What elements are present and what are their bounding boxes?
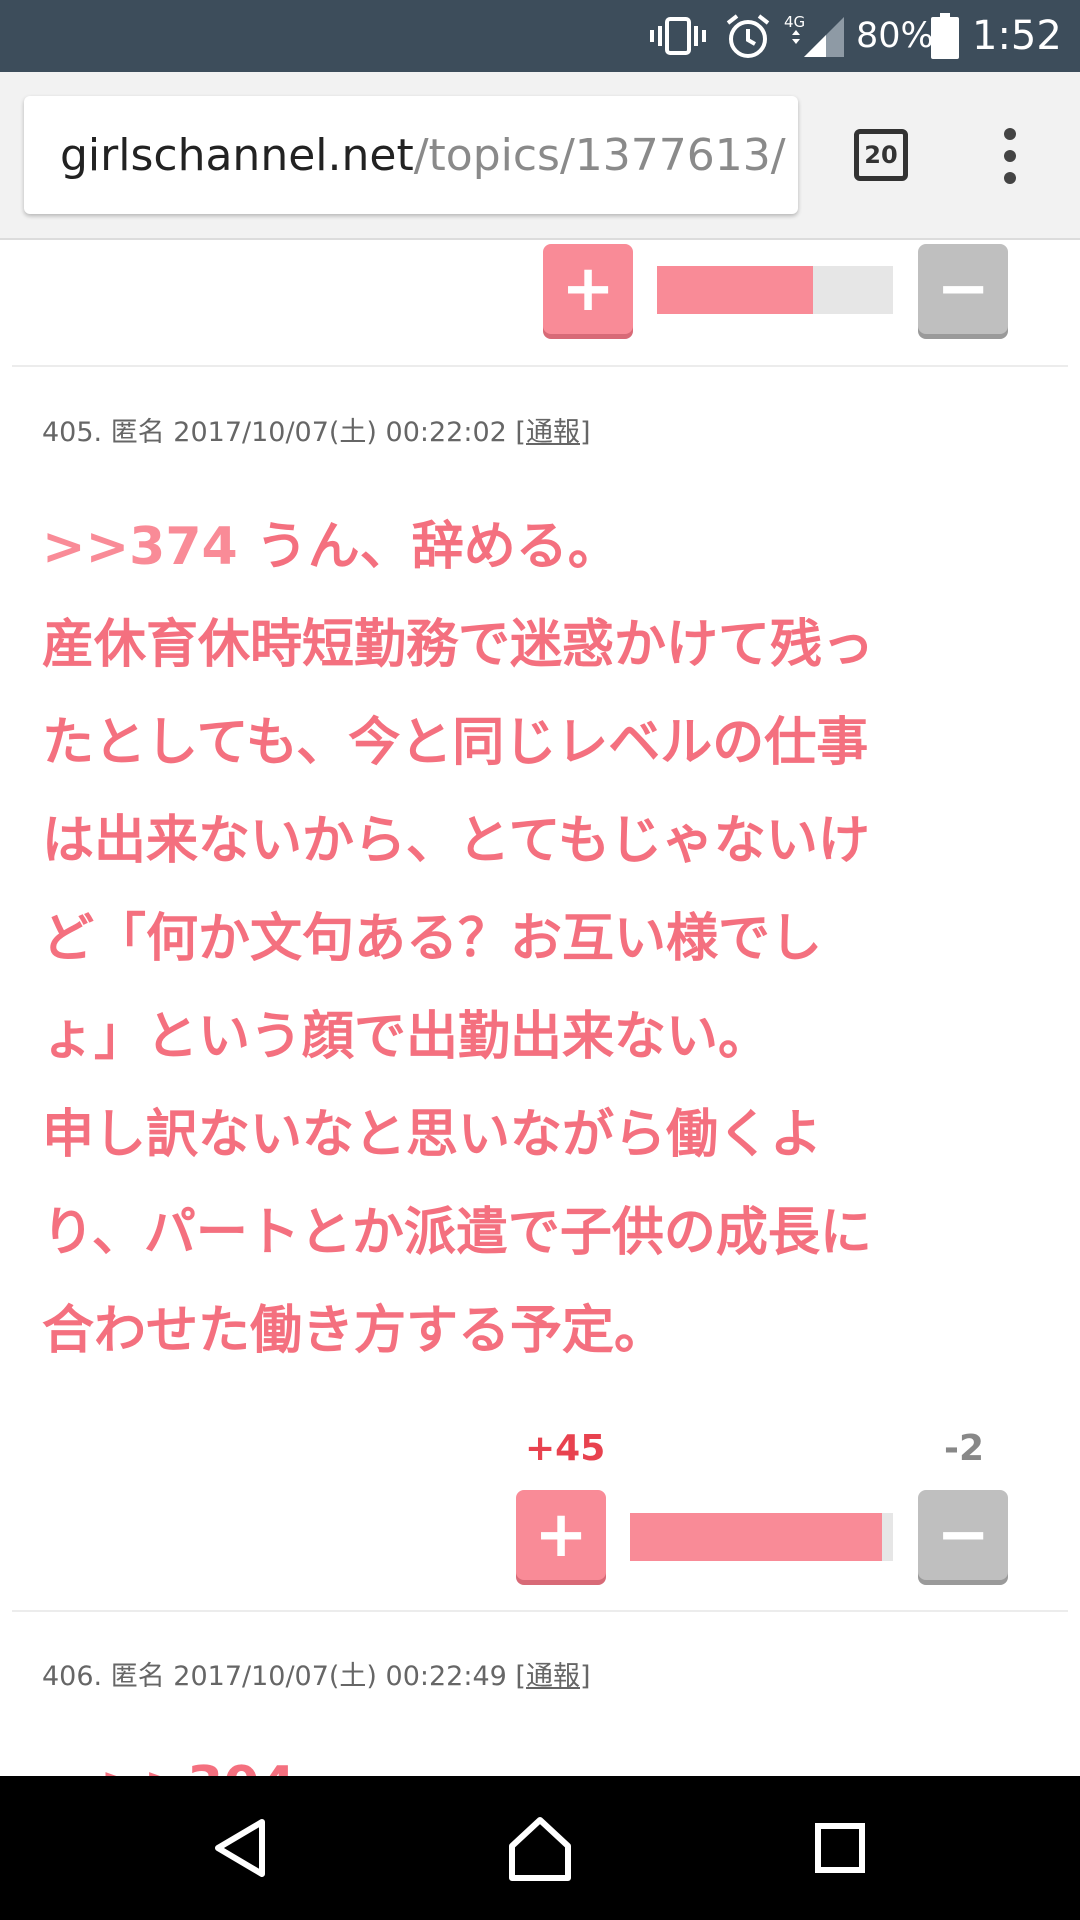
comment-line: は出来ないから、とてもじゃないけ — [42, 811, 870, 871]
url-bar[interactable]: girlschannel.net/topics/1377613/ — [24, 96, 798, 214]
minus-icon: − — [936, 1498, 990, 1572]
back-icon[interactable] — [204, 1812, 276, 1884]
overflow-menu-button[interactable] — [990, 122, 1030, 190]
minus-icon: − — [936, 252, 990, 326]
signal-icon: 4G — [784, 0, 846, 72]
status-bar: 4G 80% 1:52 — [0, 0, 1080, 72]
system-nav-bar — [0, 1776, 1080, 1920]
report-link[interactable]: [通報] — [515, 417, 590, 448]
url-path: /topics/1377613/ — [413, 129, 786, 181]
comment-line: ょ」という顔で出勤出来ない。 — [42, 1007, 771, 1067]
comment-line: 産休育休時短勤務で迷惑かけて残っ — [42, 615, 875, 675]
divider — [12, 365, 1068, 367]
browser-toolbar: girlschannel.net/topics/1377613/ 20 — [0, 72, 1080, 240]
comment-meta: 406. 匿名 2017/10/07(土) 00:22:49 [通報] — [42, 1654, 590, 1693]
divider — [12, 1610, 1068, 1612]
comment-header: 406. 匿名 2017/10/07(土) 00:22:49 — [42, 1661, 516, 1692]
reply-anchor-link[interactable]: >>304 — [100, 1756, 296, 1776]
network-type-label: 4G — [784, 13, 805, 31]
comment-body: >>374 うん、辞める。 産休育休時短勤務で迷惑かけて残っ たとしても、今と同… — [42, 498, 1022, 1380]
alarm-icon — [724, 0, 772, 72]
tab-count: 20 — [864, 141, 898, 169]
vibrate-icon — [650, 0, 706, 72]
vote-ratio-bar — [657, 266, 893, 314]
comment-meta: 405. 匿名 2017/10/07(土) 00:22:02 [通報] — [42, 410, 590, 449]
minus-count: -2 — [944, 1428, 984, 1469]
page-content: + − 405. 匿名 2017/10/07(土) 00:22:02 [通報] … — [0, 242, 1080, 1776]
comment-line: り、パートとか派遣で子供の成長に — [42, 1203, 872, 1263]
comment-line: ど「何か文句ある？お互い様でし — [42, 909, 823, 969]
dot-icon — [1004, 128, 1016, 140]
clock: 1:52 — [972, 13, 1062, 59]
dot-icon — [1004, 172, 1016, 184]
vote-plus-button[interactable]: + — [543, 244, 633, 334]
plus-icon: + — [534, 1498, 588, 1572]
reply-anchor-link[interactable]: >>374 — [42, 517, 238, 577]
comment-line: たとしても、今と同じレベルの仕事 — [42, 713, 869, 773]
vote-ratio-fill — [657, 266, 813, 314]
battery-icon — [931, 0, 959, 72]
comment-line: 合わせた働き方する予定。 — [42, 1301, 667, 1361]
vote-minus-button[interactable]: − — [918, 1490, 1008, 1580]
comment-header: 405. 匿名 2017/10/07(土) 00:22:02 — [42, 417, 516, 448]
report-link[interactable]: [通報] — [515, 1661, 590, 1692]
vote-ratio-bar — [630, 1513, 893, 1561]
url-host: girlschannel.net — [60, 129, 414, 181]
comment-line: >>374 うん、辞める。 — [42, 517, 620, 577]
home-icon[interactable] — [504, 1812, 576, 1884]
plus-icon: + — [561, 252, 615, 326]
dot-icon — [1004, 150, 1016, 162]
tab-switcher-button[interactable]: 20 — [854, 129, 908, 181]
plus-count: +45 — [525, 1428, 606, 1469]
battery-percent: 80% — [856, 16, 934, 56]
recent-apps-icon[interactable] — [804, 1812, 876, 1884]
vote-minus-button[interactable]: − — [918, 244, 1008, 334]
comment-line: 申し訳ないなと思いながら働くよ — [42, 1105, 823, 1165]
vote-plus-button[interactable]: + — [516, 1490, 606, 1580]
vote-ratio-fill — [630, 1513, 882, 1561]
